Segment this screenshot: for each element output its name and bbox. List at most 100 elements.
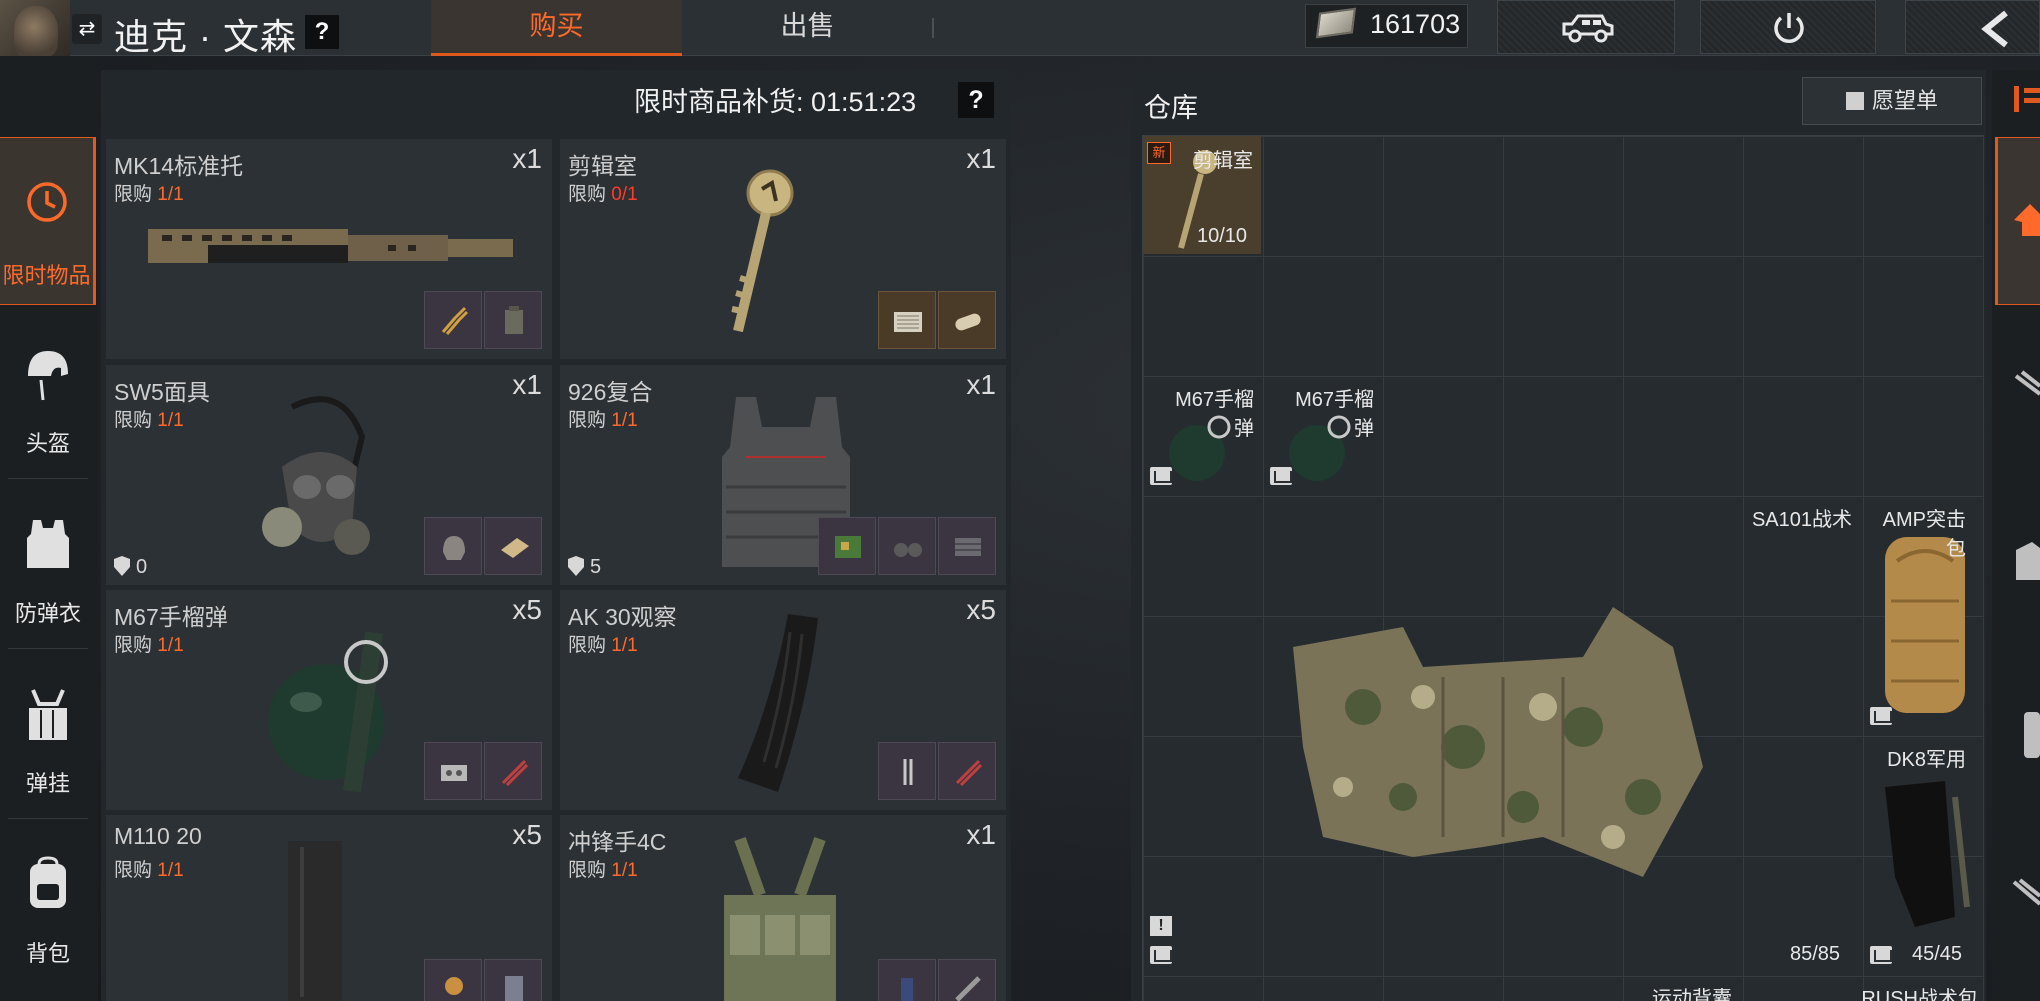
material-slot[interactable] <box>424 291 482 349</box>
stash-item[interactable] <box>1863 737 1981 975</box>
help-icon[interactable]: ? <box>958 82 994 118</box>
swap-character-icon[interactable]: ⇄ <box>72 14 102 44</box>
stash-item-name: AMP突击包 <box>1882 509 1966 560</box>
category-chest-rig[interactable]: 弹挂 <box>0 678 96 846</box>
purchase-limit: 限购 1/1 <box>114 410 184 431</box>
material-slot[interactable] <box>818 517 876 575</box>
material-slot[interactable] <box>878 742 936 800</box>
binoculars-icon <box>894 543 922 557</box>
material-slot[interactable] <box>938 959 996 1001</box>
backpack-icon <box>30 856 66 908</box>
item-name: 926复合 <box>568 379 653 405</box>
material-slot[interactable] <box>484 291 542 349</box>
new-badge: 新 <box>1147 142 1171 164</box>
key-image <box>731 169 794 333</box>
tool-icon <box>955 976 981 1001</box>
box-tab-icon[interactable] <box>2012 540 2040 584</box>
material-slot[interactable] <box>484 959 542 1001</box>
category-limited-items[interactable]: 限时物品 <box>0 137 96 305</box>
item-name: 剪辑室 <box>568 153 637 179</box>
material-slot[interactable] <box>878 959 936 1001</box>
item-name: AK 30观察 <box>568 604 677 630</box>
material-slot[interactable] <box>878 517 936 575</box>
category-helmet[interactable]: 头盔 <box>0 338 96 506</box>
tool-tab-icon[interactable] <box>2012 878 2040 918</box>
shop-item-card[interactable]: SW5面具 x1 限购 1/1 0 <box>106 365 552 585</box>
shop-item-card[interactable]: AK 30观察 x5 限购 1/1 <box>560 590 1006 810</box>
material-slot[interactable] <box>424 517 482 575</box>
tab-home[interactable] <box>1995 137 2040 305</box>
material-slot[interactable] <box>938 517 996 575</box>
shop-item-card[interactable]: M67手榴弹 x5 限购 1/1 <box>106 590 552 810</box>
material-slot[interactable] <box>424 959 482 1001</box>
rifle-stock-image <box>148 229 513 263</box>
circuit-board-icon <box>835 536 861 558</box>
shop-item-card[interactable]: 926复合 x1 限购 1/1 5 <box>560 365 1006 585</box>
power-button[interactable] <box>1700 0 1876 54</box>
stash-item-count: 45/45 <box>1912 943 1963 965</box>
magazine-image <box>738 614 818 792</box>
wishlist-label: 愿望单 <box>1871 88 1938 113</box>
shop-item-card[interactable]: MK14标准托 x1 限购 1/1 <box>106 139 552 359</box>
player-name: 迪克 · 文森 <box>114 16 297 57</box>
trophy-icon <box>445 977 463 995</box>
material-slot[interactable] <box>938 291 996 349</box>
roll-icon <box>955 313 981 331</box>
weapon-tab-icon[interactable] <box>2012 370 2040 406</box>
item-name: M110 20 <box>114 823 202 849</box>
camo-vest-image <box>1293 607 1703 877</box>
vehicle-button[interactable] <box>1497 0 1675 54</box>
shield-icon <box>568 556 584 576</box>
item-name: MK14标准托 <box>114 153 244 179</box>
shop-item-card[interactable]: 剪辑室 x1 限购 0/1 <box>560 139 1006 359</box>
category-backpack[interactable]: 背包 <box>0 848 96 1001</box>
category-label: 防弹衣 <box>14 601 81 626</box>
back-button[interactable] <box>1905 0 2040 54</box>
fabric-icon <box>955 538 981 556</box>
stash-item[interactable] <box>1143 497 1861 975</box>
shield-icon <box>114 556 130 576</box>
material-slot[interactable] <box>938 742 996 800</box>
stash-item-name: 剪辑室 <box>1193 150 1253 172</box>
item-quantity: x1 <box>966 143 996 174</box>
shop-item-card[interactable]: M110 20 x5 限购 1/1 <box>106 815 552 1001</box>
wishlist-button[interactable]: 愿望单 <box>1802 77 1982 125</box>
material-slot[interactable] <box>484 742 542 800</box>
player-avatar[interactable] <box>0 0 70 56</box>
stash-item-name: M67手榴弹 <box>1295 389 1374 440</box>
wrench-icon <box>903 759 913 785</box>
gem-pile-icon <box>441 765 467 781</box>
alert-icon: ! <box>1150 916 1172 936</box>
filter-icon[interactable] <box>2012 84 2040 114</box>
bottle-icon <box>901 978 913 1001</box>
tab-divider <box>932 18 934 38</box>
restock-timer: 限时商品补货: 01:51:23 <box>634 87 917 117</box>
vest-icon <box>27 520 69 568</box>
stash-item-count: 10/10 <box>1197 225 1248 247</box>
item-name: 冲锋手4C <box>568 829 667 855</box>
item-name: M67手榴弹 <box>114 604 228 630</box>
item-quantity: x1 <box>512 143 542 174</box>
purchase-limit: 限购 1/1 <box>114 184 184 205</box>
shop-item-card[interactable]: 冲锋手4C x1 限购 1/1 <box>560 815 1006 1001</box>
military-pouch-image <box>1885 781 1970 927</box>
scissors-icon <box>955 759 983 787</box>
currency-value: 161703 <box>1370 9 1461 39</box>
material-slot[interactable] <box>878 291 936 349</box>
tab-buy[interactable]: 购买 <box>431 0 682 56</box>
stash-item-count: 85/85 <box>1790 943 1841 965</box>
material-slot[interactable] <box>424 742 482 800</box>
box-icon <box>1150 467 1172 485</box>
category-vest[interactable]: 防弹衣 <box>0 508 96 676</box>
item-quantity: x5 <box>512 819 542 850</box>
tab-sell[interactable]: 出售 <box>682 0 933 56</box>
box-icon <box>1870 707 1892 725</box>
item-quantity: x1 <box>966 369 996 400</box>
material-slot[interactable] <box>484 517 542 575</box>
purchase-limit: 限购 1/1 <box>568 410 638 431</box>
bottle-tab-icon[interactable] <box>2020 706 2040 760</box>
help-icon[interactable]: ? <box>305 15 339 49</box>
helmet-icon <box>28 351 68 401</box>
vehicle-icon <box>1562 14 1614 43</box>
chest-rig-icon <box>29 689 67 740</box>
